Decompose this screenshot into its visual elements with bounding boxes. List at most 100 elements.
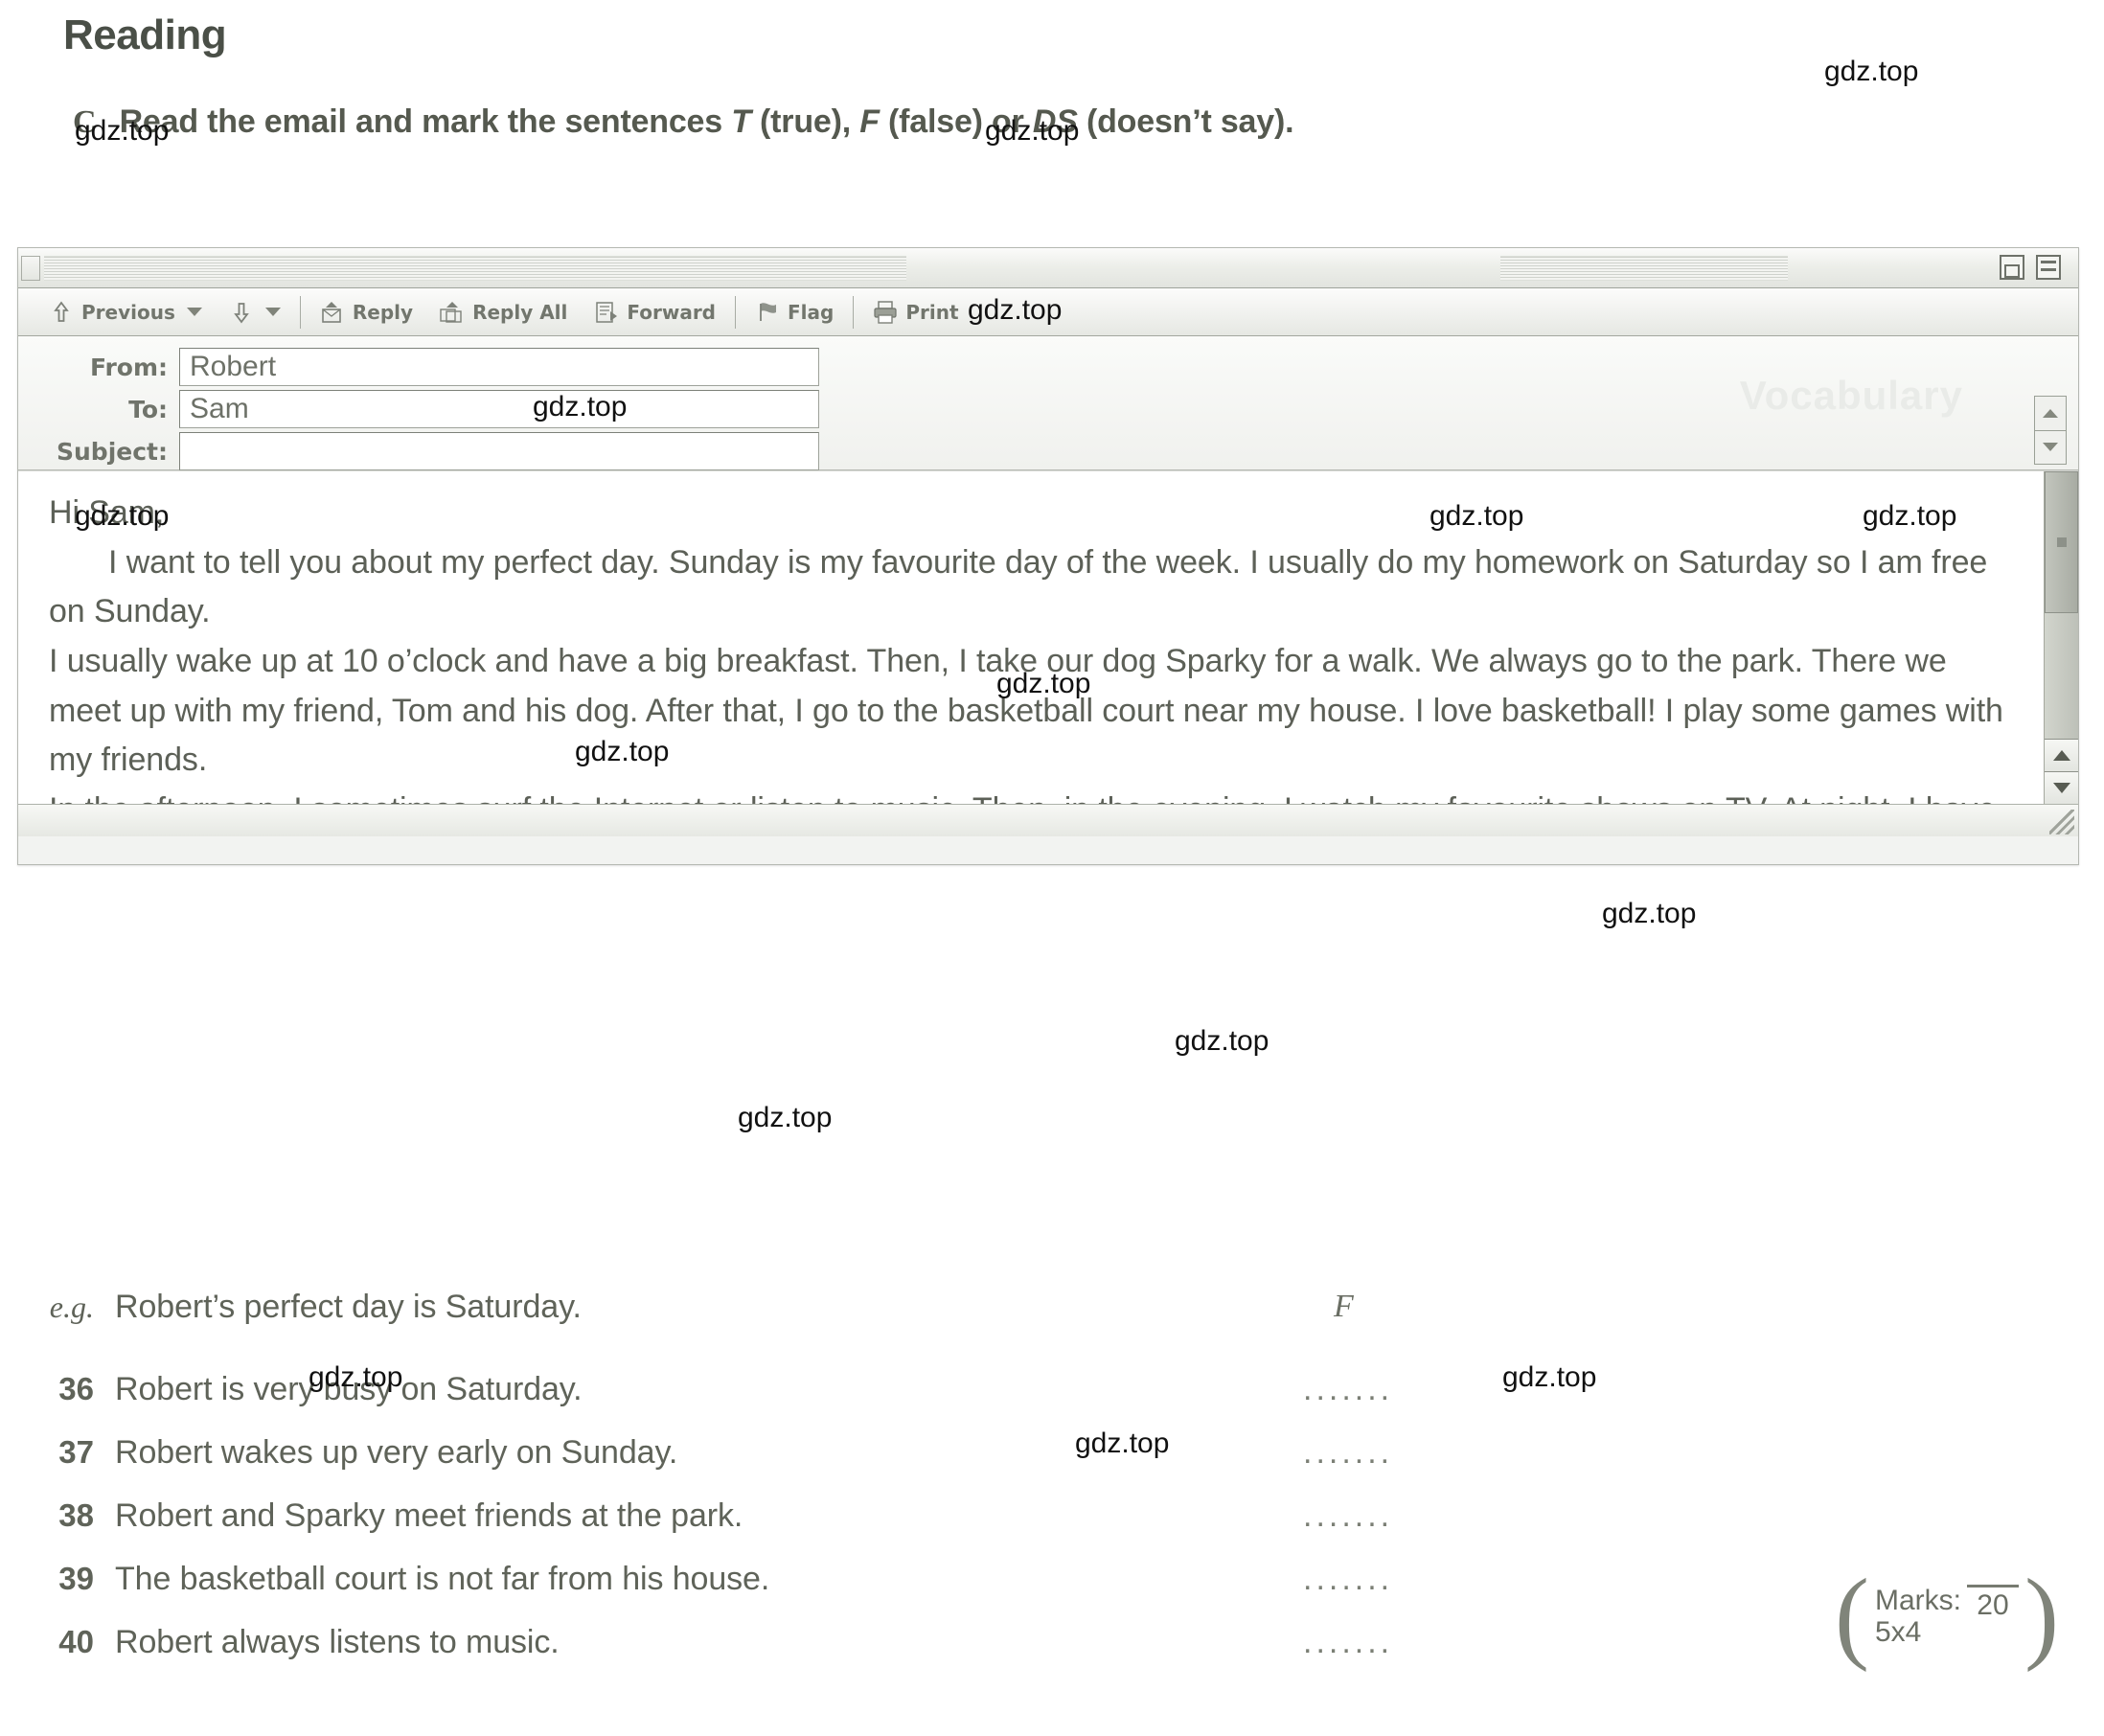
question-row-36: 36 Robert is very busy on Saturday. ....…	[0, 1371, 2104, 1434]
email-titlebar	[18, 248, 2078, 288]
previous-button[interactable]: Previous	[35, 293, 216, 331]
answer-blank-38[interactable]: .......	[1303, 1497, 1393, 1535]
flag-button[interactable]: Flag	[742, 293, 847, 331]
chevron-down-icon[interactable]	[186, 308, 202, 316]
subject-input[interactable]	[179, 432, 819, 470]
question-number-40: 40	[58, 1624, 94, 1659]
print-button[interactable]: Print	[859, 293, 972, 331]
header-scrollbar[interactable]	[2034, 396, 2067, 465]
question-number-37: 37	[58, 1434, 94, 1470]
reply-label: Reply	[352, 300, 414, 324]
header-scroll-down-button[interactable]	[2035, 431, 2066, 465]
question-row-eg: e.g. Robert’s perfect day is Saturday. F	[0, 1289, 2104, 1371]
toolbar-divider-1	[299, 295, 301, 329]
right-paren: )	[2024, 1559, 2059, 1673]
forward-icon	[594, 300, 619, 325]
reply-all-label: Reply All	[472, 300, 568, 324]
down-arrow-icon	[229, 300, 254, 325]
question-row-37: 37 Robert wakes up very early on Sunday.…	[0, 1434, 2104, 1497]
printer-icon	[873, 300, 898, 325]
questions-list: e.g. Robert’s perfect day is Saturday. F…	[0, 1289, 2104, 1687]
subject-label: Subject:	[57, 437, 168, 466]
reply-all-button[interactable]: Reply All	[426, 293, 581, 331]
titlebar-texture-right	[1500, 255, 1788, 281]
scrollbar-track[interactable]	[2045, 613, 2078, 739]
subject-row: Subject:	[18, 430, 2078, 472]
email-client-window: Previous Reply Reply All Forward Flag Pr…	[17, 247, 2079, 865]
arrow-down-icon	[2052, 783, 2070, 793]
from-input[interactable]: Robert	[179, 348, 819, 386]
to-label: To:	[128, 395, 168, 423]
instruction-text: Read the email and mark the sentences T …	[119, 103, 1294, 140]
email-toolbar[interactable]: Previous Reply Reply All Forward Flag Pr…	[18, 288, 2078, 336]
scroll-up-button[interactable]	[2045, 739, 2078, 771]
resize-grip-icon[interactable]	[2049, 810, 2074, 834]
question-text-39: The basketball court is not far from his…	[115, 1561, 770, 1597]
titlebar-texture-left	[44, 255, 906, 281]
watermark-12: gdz.top	[738, 1102, 833, 1133]
scrollbar-thumb[interactable]	[2045, 471, 2078, 613]
message-scrollbar[interactable]	[2044, 471, 2078, 804]
email-paragraph-1: I want to tell you about my perfect day.…	[49, 543, 1988, 630]
question-row-39: 39 The basketball court is not far from …	[0, 1561, 2104, 1624]
left-paren: (	[1835, 1559, 1869, 1673]
question-text-38: Robert and Sparky meet friends at the pa…	[115, 1497, 743, 1534]
marks-inner: Marks: 20 5x4	[1869, 1584, 2024, 1649]
watermark-11: gdz.top	[1175, 1025, 1269, 1057]
next-button[interactable]	[216, 293, 294, 331]
answer-blank-39[interactable]: .......	[1303, 1561, 1393, 1598]
question-answer-eg: F	[1334, 1289, 1354, 1324]
question-number-eg: e.g.	[49, 1290, 94, 1324]
print-label: Print	[905, 300, 959, 324]
window-controls[interactable]	[2000, 255, 2061, 280]
marks-blank-line	[1966, 1584, 2019, 1588]
chevron-down-icon-next[interactable]	[264, 308, 281, 316]
email-paragraph-3: In the afternoon, I sometimes surf the I…	[49, 786, 2015, 804]
toolbar-divider-3	[853, 295, 855, 329]
arrow-up-icon	[2052, 750, 2070, 761]
to-input[interactable]: Sam	[179, 390, 819, 428]
forward-label: Forward	[627, 300, 716, 324]
question-text-37: Robert wakes up very early on Sunday.	[115, 1434, 678, 1471]
watermark-10: gdz.top	[1602, 898, 1697, 929]
question-number-36: 36	[58, 1371, 94, 1406]
email-header-fields: Vocabulary From: Robert To: Sam Subject:	[18, 336, 2078, 470]
email-paragraph-2: I usually wake up at 10 o’clock and have…	[49, 643, 2003, 779]
answer-blank-37[interactable]: .......	[1303, 1434, 1393, 1472]
question-number-39: 39	[58, 1561, 94, 1596]
window-icon	[21, 255, 40, 281]
question-row-40: 40 Robert always listens to music. .....…	[0, 1624, 2104, 1687]
restore-icon[interactable]	[2000, 255, 2024, 280]
flag-icon	[755, 300, 780, 325]
reply-button[interactable]: Reply	[307, 293, 426, 331]
email-message-area: Hi Sam, I want to tell you about my perf…	[18, 470, 2078, 804]
scroll-down-button[interactable]	[2045, 771, 2078, 804]
from-label: From:	[89, 353, 168, 381]
answer-blank-36[interactable]: .......	[1303, 1371, 1393, 1408]
page-title: Reading	[63, 11, 227, 58]
email-statusbar	[18, 804, 2078, 836]
menu-icon[interactable]	[2036, 255, 2061, 280]
answer-blank-40[interactable]: .......	[1303, 1624, 1393, 1661]
triangle-down-icon	[2043, 443, 2058, 452]
instruction-row: C Read the email and mark the sentences …	[73, 103, 1294, 141]
toolbar-divider-2	[735, 295, 736, 329]
watermark-0: gdz.top	[1824, 56, 1919, 87]
exercise-letter: C	[73, 104, 97, 140]
question-row-38: 38 Robert and Sparky meet friends at the…	[0, 1497, 2104, 1561]
reply-icon	[320, 300, 345, 325]
forward-button[interactable]: Forward	[581, 293, 729, 331]
up-arrow-icon	[49, 300, 74, 325]
question-text-36: Robert is very busy on Saturday.	[115, 1371, 583, 1407]
marks-box: ( Marks: 20 5x4 )	[1835, 1559, 2059, 1673]
triangle-up-icon	[2043, 408, 2058, 418]
question-number-38: 38	[58, 1497, 94, 1533]
previous-label: Previous	[81, 300, 175, 324]
ghost-vocabulary-text: Vocabulary	[1739, 373, 1963, 418]
marks-breakdown: 5x4	[1874, 1615, 1922, 1648]
question-text-eg: Robert’s perfect day is Saturday.	[115, 1289, 582, 1325]
marks-label: Marks:	[1874, 1584, 1961, 1616]
email-body-text: Hi Sam, I want to tell you about my perf…	[18, 471, 2044, 804]
header-scroll-up-button[interactable]	[2035, 397, 2066, 431]
flag-label: Flag	[788, 300, 835, 324]
